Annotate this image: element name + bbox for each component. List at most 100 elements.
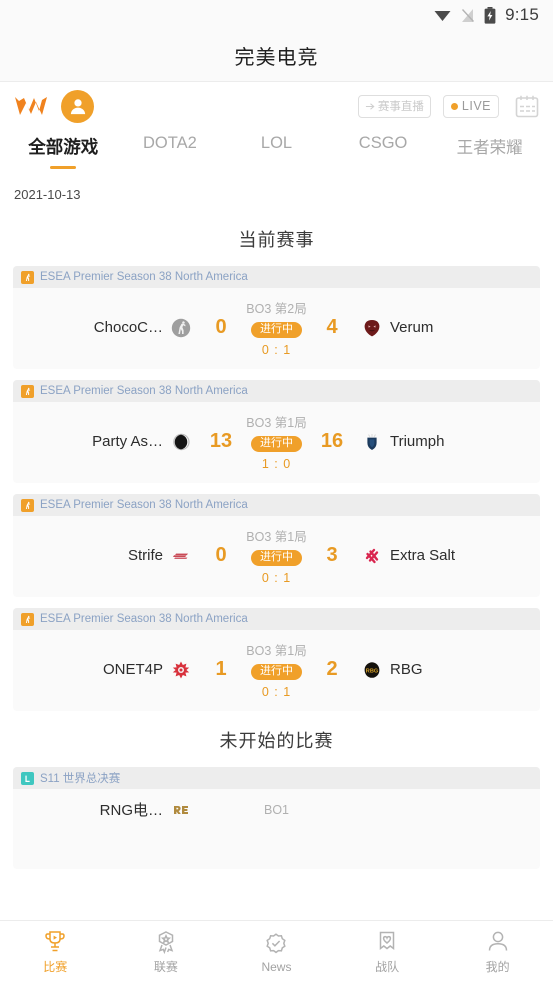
score-left: 13: [209, 430, 233, 452]
medal-icon: [153, 929, 179, 955]
csgo-game-icon: [21, 612, 34, 626]
calendar-icon[interactable]: [514, 94, 540, 119]
score-left: 0: [215, 544, 227, 566]
score-right: 3: [326, 544, 338, 566]
match-list-scroll[interactable]: 2021-10-13 当前赛事 ESEA Premier Season 38 N…: [0, 178, 553, 920]
league-name: ESEA Premier Season 38 North America: [40, 613, 248, 625]
match-card[interactable]: ESEA Premier Season 38 North America Par…: [13, 380, 540, 483]
status-badge: 进行中: [251, 664, 302, 680]
live-dot-icon: [450, 102, 458, 110]
tab-lol[interactable]: LOL: [223, 130, 330, 163]
tab-label: 全部游戏: [28, 137, 99, 157]
match-league-header[interactable]: ESEA Premier Season 38 North America: [13, 608, 540, 630]
match-league-header[interactable]: S11 世界总决赛: [13, 767, 540, 789]
nav-item-leagues[interactable]: 联赛: [111, 929, 222, 975]
match-row: RNG电… BO1: [13, 799, 540, 820]
status-badge: 进行中: [251, 322, 302, 338]
status-badge: 进行中: [251, 436, 302, 452]
match-center: BO3 第1局 进行中 0 : 1: [243, 526, 310, 585]
league-name: S11 世界总决赛: [40, 773, 121, 785]
match-row: ONET4P 1 BO3 第1局 进行中 0 : 1 2 RBG RBG: [13, 640, 540, 699]
series-score: 0 : 1: [261, 571, 292, 585]
live-broadcast-button[interactable]: 赛事直播: [357, 94, 431, 118]
match-card[interactable]: ESEA Premier Season 38 North America Cho…: [13, 266, 540, 369]
lol-game-icon: [21, 771, 34, 785]
team-left: Strife: [13, 546, 199, 566]
account-avatar-icon[interactable]: [61, 89, 94, 123]
match-format: BO3 第2局: [246, 302, 307, 316]
tab-label: CSGO: [358, 134, 408, 152]
svg-text:RBG: RBG: [366, 668, 378, 674]
page-title: 完美电竞: [234, 47, 319, 69]
status-badge: 进行中: [251, 550, 302, 566]
team-left: RNG电…: [13, 799, 199, 820]
match-format: BO3 第1局: [246, 416, 307, 430]
check-badge-icon: [263, 931, 289, 957]
match-card[interactable]: ESEA Premier Season 38 North America ONE…: [13, 608, 540, 711]
team-left-name: RNG电…: [99, 802, 163, 819]
team-right: Triumph: [354, 432, 540, 452]
date-row: 2021-10-13: [0, 178, 553, 210]
team-right-name: Triumph: [390, 433, 445, 450]
match-format: BO3 第1局: [246, 530, 307, 544]
match-body: ONET4P 1 BO3 第1局 进行中 0 : 1 2 RBG RBG: [13, 630, 540, 711]
score-left: 0: [215, 316, 227, 338]
game-tabs: 全部游戏 DOTA2 LOL CSGO 王者荣耀: [0, 130, 553, 176]
live-broadcast-label: 赛事直播: [377, 101, 424, 113]
match-league-header[interactable]: ESEA Premier Season 38 North America: [13, 380, 540, 402]
match-center: BO3 第2局 进行中 0 : 1: [243, 298, 310, 357]
team-right: Extra Salt: [354, 546, 540, 566]
signal-off-icon: [460, 8, 475, 23]
nav-label: 比赛: [43, 960, 68, 974]
wifi-icon: [434, 8, 451, 22]
rng-team-logo: [171, 800, 191, 820]
match-league-header[interactable]: ESEA Premier Season 38 North America: [13, 494, 540, 516]
league-name: ESEA Premier Season 38 North America: [40, 271, 248, 283]
status-bar-clock: 9:15: [505, 5, 539, 24]
onet4p-team-logo: [171, 660, 191, 680]
nav-item-teams[interactable]: 战队: [332, 929, 443, 975]
match-format: BO1: [263, 802, 289, 817]
match-league-header[interactable]: ESEA Premier Season 38 North America: [13, 266, 540, 288]
match-center: BO1: [243, 803, 310, 817]
match-row: Strife 0 BO3 第1局 进行中 0 : 1 3 Extra Salt: [13, 526, 540, 585]
extra-salt-team-logo: [362, 546, 382, 566]
match-body: Strife 0 BO3 第1局 进行中 0 : 1 3 Extra Salt: [13, 516, 540, 597]
tab-all-games[interactable]: 全部游戏: [10, 130, 117, 169]
tab-dota2[interactable]: DOTA2: [117, 130, 224, 163]
tab-label: DOTA2: [142, 134, 197, 152]
score-left: 1: [215, 658, 227, 680]
tab-active-indicator: [50, 166, 77, 169]
tab-honor-of-kings[interactable]: 王者荣耀: [436, 130, 543, 168]
match-card[interactable]: S11 世界总决赛 RNG电… BO1: [13, 767, 540, 869]
nav-item-profile[interactable]: 我的: [442, 929, 553, 975]
app-header: 完美电竞: [0, 30, 553, 82]
trophy-icon: [42, 929, 68, 955]
wm-logo-icon[interactable]: [13, 93, 49, 119]
tab-csgo[interactable]: CSGO: [330, 130, 437, 163]
nav-label: 战队: [375, 960, 400, 974]
csgo-game-icon: [21, 498, 34, 512]
status-bar: 9:15: [0, 0, 553, 30]
team-left: Party As…: [13, 432, 199, 452]
section-title-upcoming: 未开始的比赛: [219, 731, 334, 751]
toolbar: 赛事直播 LIVE: [0, 82, 553, 130]
match-card[interactable]: ESEA Premier Season 38 North America Str…: [13, 494, 540, 597]
team-left-name: ChocoC…: [93, 319, 163, 336]
nav-label: News: [261, 959, 292, 974]
live-button[interactable]: LIVE: [442, 94, 499, 118]
series-score: 1 : 0: [261, 457, 292, 471]
league-name: ESEA Premier Season 38 North America: [40, 385, 248, 397]
arrow-right-icon: [365, 102, 375, 110]
team-right-name: Verum: [390, 319, 434, 336]
series-score: 0 : 1: [261, 343, 292, 357]
nav-label: 联赛: [153, 960, 178, 974]
team-left-name: ONET4P: [102, 661, 163, 678]
battery-charging-icon: [484, 6, 496, 24]
series-score: 0 : 1: [261, 685, 292, 699]
nav-item-matches[interactable]: 比赛: [0, 929, 111, 975]
team-right: Verum: [354, 318, 540, 338]
live-label: LIVE: [461, 99, 491, 113]
bottom-navigation: 比赛 联赛 News 战队 我的: [0, 920, 553, 983]
nav-item-news[interactable]: News: [221, 931, 332, 974]
